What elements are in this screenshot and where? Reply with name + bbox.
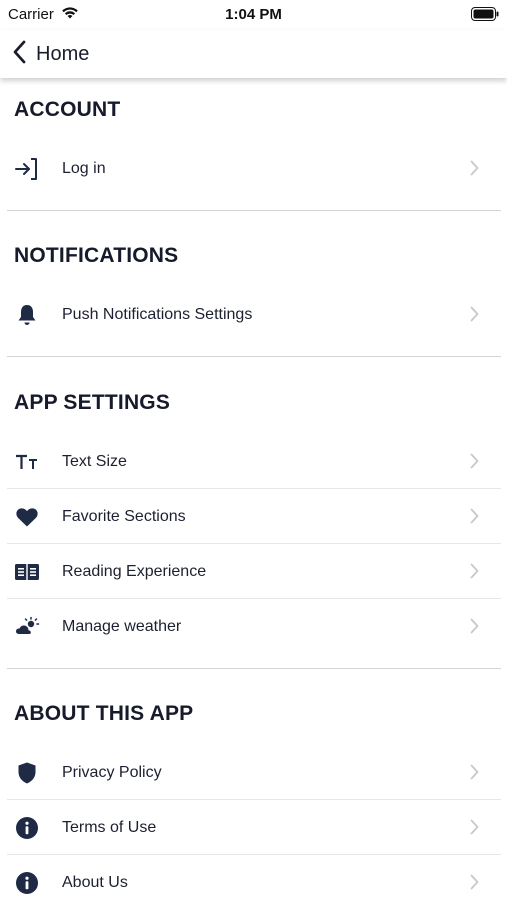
text-size-icon bbox=[7, 451, 47, 473]
chevron-right-icon bbox=[470, 563, 479, 584]
row-privacy-policy[interactable]: Privacy Policy bbox=[7, 745, 501, 800]
section-divider bbox=[7, 356, 501, 357]
row-about-us[interactable]: About Us bbox=[7, 855, 501, 900]
row-label: About Us bbox=[62, 873, 128, 891]
section-title-about: ABOUT THIS APP bbox=[14, 702, 194, 725]
book-icon bbox=[7, 562, 47, 582]
row-label: Reading Experience bbox=[62, 562, 207, 580]
section-title-notifications: NOTIFICATIONS bbox=[14, 244, 179, 267]
row-label: Push Notifications Settings bbox=[62, 305, 253, 323]
row-push-notifications[interactable]: Push Notifications Settings bbox=[7, 287, 501, 342]
back-label: Home bbox=[36, 42, 90, 65]
chevron-right-icon bbox=[470, 618, 479, 639]
battery-icon bbox=[471, 7, 499, 26]
row-label: Terms of Use bbox=[62, 818, 157, 836]
weather-icon bbox=[7, 616, 47, 638]
row-log-in[interactable]: Log in bbox=[7, 141, 501, 196]
shield-icon bbox=[7, 761, 47, 785]
row-reading-experience[interactable]: Reading Experience bbox=[7, 544, 501, 599]
row-label: Log in bbox=[62, 159, 106, 177]
section-divider bbox=[7, 668, 501, 669]
bell-icon bbox=[7, 303, 47, 327]
back-button[interactable]: Home bbox=[12, 39, 89, 69]
section-divider bbox=[7, 210, 501, 211]
row-terms-of-use[interactable]: Terms of Use bbox=[7, 800, 501, 855]
section-title-app-settings: APP SETTINGS bbox=[14, 391, 171, 414]
chevron-left-icon bbox=[12, 40, 26, 69]
login-icon bbox=[7, 157, 47, 181]
navigation-bar: Home bbox=[0, 30, 507, 78]
chevron-right-icon bbox=[470, 508, 479, 529]
status-bar: Carrier 1:04 PM bbox=[0, 0, 507, 30]
row-favorite-sections[interactable]: Favorite Sections bbox=[7, 489, 501, 544]
row-label: Favorite Sections bbox=[62, 507, 186, 525]
info-icon bbox=[7, 871, 47, 895]
row-manage-weather[interactable]: Manage weather bbox=[7, 599, 501, 654]
chevron-right-icon bbox=[470, 453, 479, 474]
heart-icon bbox=[7, 506, 47, 528]
row-label: Manage weather bbox=[62, 617, 182, 635]
section-title-account: ACCOUNT bbox=[14, 98, 121, 121]
row-label: Privacy Policy bbox=[62, 763, 162, 781]
clock: 1:04 PM bbox=[225, 6, 282, 23]
row-text-size[interactable]: Text Size bbox=[7, 434, 501, 489]
chevron-right-icon bbox=[470, 160, 479, 181]
chevron-right-icon bbox=[470, 819, 479, 840]
chevron-right-icon bbox=[470, 764, 479, 785]
info-icon bbox=[7, 816, 47, 840]
row-label: Text Size bbox=[62, 452, 127, 470]
chevron-right-icon bbox=[470, 874, 479, 895]
chevron-right-icon bbox=[470, 306, 479, 327]
